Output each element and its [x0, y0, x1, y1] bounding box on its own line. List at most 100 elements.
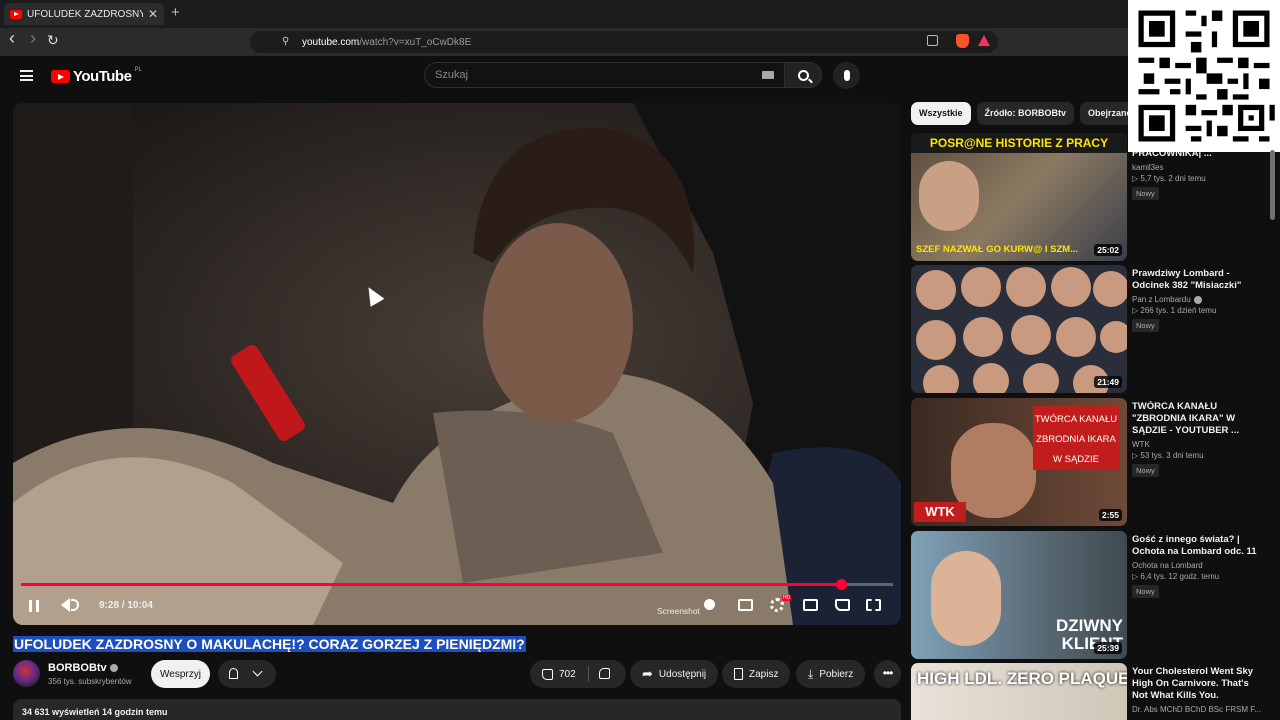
video-duration: 25:02: [1094, 244, 1122, 256]
tab-close-icon[interactable]: ✕: [148, 7, 158, 21]
theater-mode-button[interactable]: [803, 599, 818, 611]
verified-icon: [1193, 295, 1202, 304]
chip-from-channel[interactable]: Źródło: BORBOBtv: [976, 102, 1075, 125]
pause-button[interactable]: [29, 600, 39, 612]
chevron-down-icon: [252, 666, 263, 677]
youtube-header: YouTube PL Szukaj: [0, 56, 1280, 98]
qr-code: [1128, 0, 1280, 152]
video-thumbnail[interactable]: POSR@NE HISTORIE Z PRACY SZEF NAZWAŁ GO …: [911, 133, 1127, 261]
browser-toolbar: ‹ › ↻ ⚲ youtube.com/watch?v=xuT_oCwDk8E: [0, 28, 1280, 56]
thumbnail-caption: SZEF NAZWAŁ GO KURW@ I SZM...: [916, 244, 1079, 255]
download-icon: ⤓: [808, 666, 814, 681]
subtitles-button[interactable]: [738, 599, 753, 611]
screenshot-label[interactable]: Screenshot: [657, 606, 700, 616]
qr-code-pattern: [1128, 0, 1280, 152]
forward-button[interactable]: ›: [30, 29, 36, 47]
video-card-channel[interactable]: Pan z Lombardu: [1132, 295, 1262, 304]
share-page-icon[interactable]: [927, 35, 938, 46]
url-host: youtube.com: [302, 36, 360, 48]
video-card-channel[interactable]: Dr. Abs MChD BChD BSc FRSM F...: [1132, 705, 1262, 714]
thumbnail-face: [919, 161, 979, 231]
thumbnail-logo: WTK: [914, 502, 966, 522]
thumbnail-headline: POSR@NE HISTORIE Z PRACY: [911, 133, 1127, 153]
more-actions-button[interactable]: •••: [874, 660, 901, 688]
video-meta: Your Cholesterol Went Sky High On Carniv…: [1132, 666, 1262, 714]
view-stats: 34 631 wyświetleń 14 godzin temu: [22, 707, 168, 717]
site-info-icon[interactable]: ⚲: [282, 36, 289, 47]
bell-icon: [229, 668, 238, 679]
video-frame: [13, 103, 901, 625]
share-button[interactable]: ➦ Udostępnij: [630, 660, 719, 688]
video-player[interactable]: 9:28 / 10:04 Screenshot HD: [13, 103, 901, 625]
time-display: 9:28 / 10:04: [99, 600, 153, 611]
thumbnail-faces-grid: [916, 267, 1127, 393]
youtube-favicon-icon: [10, 9, 22, 19]
tab-title: UFOLUDEK ZAZDROSNY O M: [27, 8, 143, 20]
channel-avatar[interactable]: [13, 660, 40, 687]
voice-search-button[interactable]: [833, 62, 860, 89]
channel-name-text[interactable]: BORBOBtv: [48, 662, 107, 674]
hd-badge: HD: [782, 595, 792, 601]
reload-button[interactable]: ↻: [47, 33, 59, 48]
youtube-logo[interactable]: YouTube PL: [51, 67, 142, 85]
progress-bar[interactable]: [21, 579, 893, 590]
keyboard-icon[interactable]: [762, 71, 774, 79]
video-card-title[interactable]: Gość z innego świata? | Ochota na Lombar…: [1132, 534, 1262, 558]
microphone-icon: [843, 70, 850, 81]
thumbs-down-icon[interactable]: [599, 668, 610, 679]
recommended-video-card[interactable]: DZIWNY KLIENT 25:39 Gość z innego świata…: [911, 531, 1267, 659]
like-button[interactable]: 702: [542, 668, 576, 680]
video-card-stats: ▷ 6,4 tys. 12 godz. temu: [1132, 572, 1220, 581]
video-meta: Prawdziwy Lombard - Odcinek 382 "Misiacz…: [1132, 268, 1262, 333]
brave-rewards-icon[interactable]: [978, 35, 990, 46]
cast-button[interactable]: [835, 599, 850, 611]
fullscreen-button[interactable]: [866, 599, 881, 611]
recommended-video-card[interactable]: TWÓRCA KANAŁU ZBRODNIA IKARA W SĄDZIE WT…: [911, 398, 1267, 526]
video-card-channel[interactable]: kamil3es: [1132, 163, 1262, 172]
menu-icon[interactable]: [20, 70, 33, 81]
scrubber-handle[interactable]: [835, 579, 847, 590]
recommended-video-card[interactable]: 21:49 Prawdziwy Lombard - Odcinek 382 "M…: [911, 265, 1267, 393]
new-badge: Nowy: [1132, 464, 1159, 477]
like-count: 702: [559, 668, 576, 680]
volume-button[interactable]: [61, 598, 70, 612]
browser-tab-bar: UFOLUDEK ZAZDROSNY O M ✕ +: [0, 0, 1280, 28]
bookmark-save-icon: [734, 668, 743, 680]
back-button[interactable]: ‹: [9, 29, 15, 47]
logo-text: YouTube: [73, 68, 132, 85]
autoplay-toggle[interactable]: [704, 599, 715, 610]
video-card-channel-name[interactable]: Pan z Lombardu: [1132, 295, 1191, 304]
brave-shields-icon[interactable]: [956, 34, 969, 48]
support-button[interactable]: Wesprzyj: [151, 660, 210, 688]
like-dislike-group: 702: [530, 660, 626, 688]
video-card-title[interactable]: Prawdziwy Lombard - Odcinek 382 "Misiacz…: [1132, 268, 1262, 292]
channel-name[interactable]: BORBOBtv: [48, 662, 118, 674]
address-bar[interactable]: ⚲ youtube.com/watch?v=xuT_oCwDk8E: [250, 31, 998, 53]
verified-icon: [109, 664, 118, 673]
video-thumbnail[interactable]: 21:49: [911, 265, 1127, 393]
video-thumbnail[interactable]: DZIWNY KLIENT 25:39: [911, 531, 1127, 659]
video-card-channel[interactable]: Ochota na Lombard: [1132, 561, 1262, 570]
new-badge: Nowy: [1132, 585, 1159, 598]
download-button[interactable]: ⤓ Pobierz: [796, 660, 866, 688]
video-card-title[interactable]: Your Cholesterol Went Sky High On Carniv…: [1132, 666, 1262, 702]
video-card-stats: ▷ 53 tys. 3 dni temu: [1132, 451, 1204, 460]
video-thumbnail[interactable]: HIGH LDL. ZERO PLAQUE.: [911, 663, 1127, 720]
browser-tab[interactable]: UFOLUDEK ZAZDROSNY O M ✕: [4, 3, 164, 25]
sidebar-scrollbar[interactable]: [1270, 150, 1275, 220]
video-thumbnail[interactable]: TWÓRCA KANAŁU ZBRODNIA IKARA W SĄDZIE WT…: [911, 398, 1127, 526]
save-button[interactable]: Zapisz: [722, 660, 791, 688]
video-card-channel[interactable]: WTK: [1132, 440, 1262, 449]
video-card-title[interactable]: TWÓRCA KANAŁU "ZBRODNIA IKARA" W SĄDZIE …: [1132, 401, 1262, 437]
search-button[interactable]: [784, 62, 822, 88]
recommended-video-card[interactable]: POSR@NE HISTORIE Z PRACY SZEF NAZWAŁ GO …: [911, 133, 1267, 261]
chip-all[interactable]: Wszystkie: [911, 102, 971, 125]
description-box[interactable]: 34 631 wyświetleń 14 godzin temu: [13, 699, 901, 720]
video-meta: Gość z innego świata? | Ochota na Lombar…: [1132, 534, 1262, 599]
download-label: Pobierz: [819, 668, 854, 680]
search-input[interactable]: Szukaj: [424, 62, 784, 88]
notification-bell-button[interactable]: [218, 660, 276, 688]
new-tab-button[interactable]: +: [171, 4, 180, 21]
recommended-video-card[interactable]: HIGH LDL. ZERO PLAQUE. Your Cholesterol …: [911, 663, 1267, 720]
save-label: Zapisz: [749, 668, 779, 680]
